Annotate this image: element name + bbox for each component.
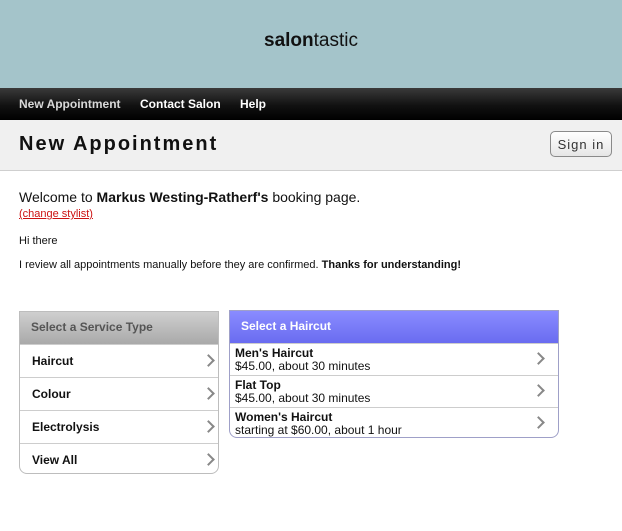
review-notice-bold: Thanks for understanding!	[321, 259, 461, 271]
haircut-item-flat-top[interactable]: Flat Top $45.00, about 30 minutes	[230, 375, 558, 407]
service-item-electrolysis[interactable]: Electrolysis	[20, 410, 218, 443]
haircut-panel: Select a Haircut Men's Haircut $45.00, a…	[229, 310, 559, 438]
sign-in-button[interactable]: Sign in	[550, 131, 612, 157]
nav-new-appointment[interactable]: New Appointment	[19, 97, 121, 111]
welcome-message: Welcome to Markus Westing-Ratherf's book…	[19, 189, 360, 205]
haircut-detail: starting at $60.00, about 1 hour	[235, 423, 402, 437]
chevron-right-icon	[532, 416, 545, 429]
haircut-item-womens[interactable]: Women's Haircut starting at $60.00, abou…	[230, 407, 558, 437]
haircut-header: Select a Haircut	[230, 311, 558, 343]
review-notice: I review all appointments manually befor…	[19, 259, 461, 271]
welcome-suffix: booking page.	[268, 189, 361, 205]
brand-logo-bold: salon	[264, 30, 314, 51]
service-type-header: Select a Service Type	[20, 312, 218, 344]
service-item-view-all[interactable]: View All	[20, 443, 218, 473]
haircut-name: Flat Top	[235, 378, 281, 392]
service-item-colour[interactable]: Colour	[20, 377, 218, 410]
service-item-label: Colour	[32, 387, 71, 401]
header-banner: salontastic	[0, 0, 622, 88]
haircut-name: Women's Haircut	[235, 410, 333, 424]
chevron-right-icon	[202, 387, 215, 400]
change-stylist-link[interactable]: (change stylist)	[19, 208, 93, 220]
chevron-right-icon	[532, 384, 545, 397]
chevron-right-icon	[202, 420, 215, 433]
nav-contact-salon[interactable]: Contact Salon	[140, 97, 221, 111]
nav-bar: New Appointment Contact Salon Help	[0, 88, 622, 120]
service-type-panel: Select a Service Type Haircut Colour Ele…	[19, 311, 219, 474]
haircut-detail: $45.00, about 30 minutes	[235, 391, 371, 405]
haircut-item-mens[interactable]: Men's Haircut $45.00, about 30 minutes	[230, 343, 558, 375]
service-item-haircut[interactable]: Haircut	[20, 344, 218, 377]
greeting-text: Hi there	[19, 235, 58, 247]
title-bar: New Appointment Sign in	[0, 120, 622, 171]
welcome-prefix: Welcome to	[19, 189, 97, 205]
chevron-right-icon	[202, 453, 215, 466]
stylist-name: Markus Westing-Ratherf's	[96, 189, 269, 205]
page-title: New Appointment	[19, 133, 219, 155]
service-item-label: View All	[32, 453, 78, 467]
service-item-label: Electrolysis	[32, 420, 100, 434]
haircut-detail: $45.00, about 30 minutes	[235, 359, 371, 373]
chevron-right-icon	[532, 352, 545, 365]
service-item-label: Haircut	[32, 354, 74, 368]
haircut-name: Men's Haircut	[235, 346, 314, 360]
nav-help[interactable]: Help	[240, 97, 266, 111]
brand-logo[interactable]: salontastic	[0, 30, 622, 52]
chevron-right-icon	[202, 354, 215, 367]
brand-logo-rest: tastic	[313, 30, 358, 51]
review-notice-text: I review all appointments manually befor…	[19, 259, 322, 271]
